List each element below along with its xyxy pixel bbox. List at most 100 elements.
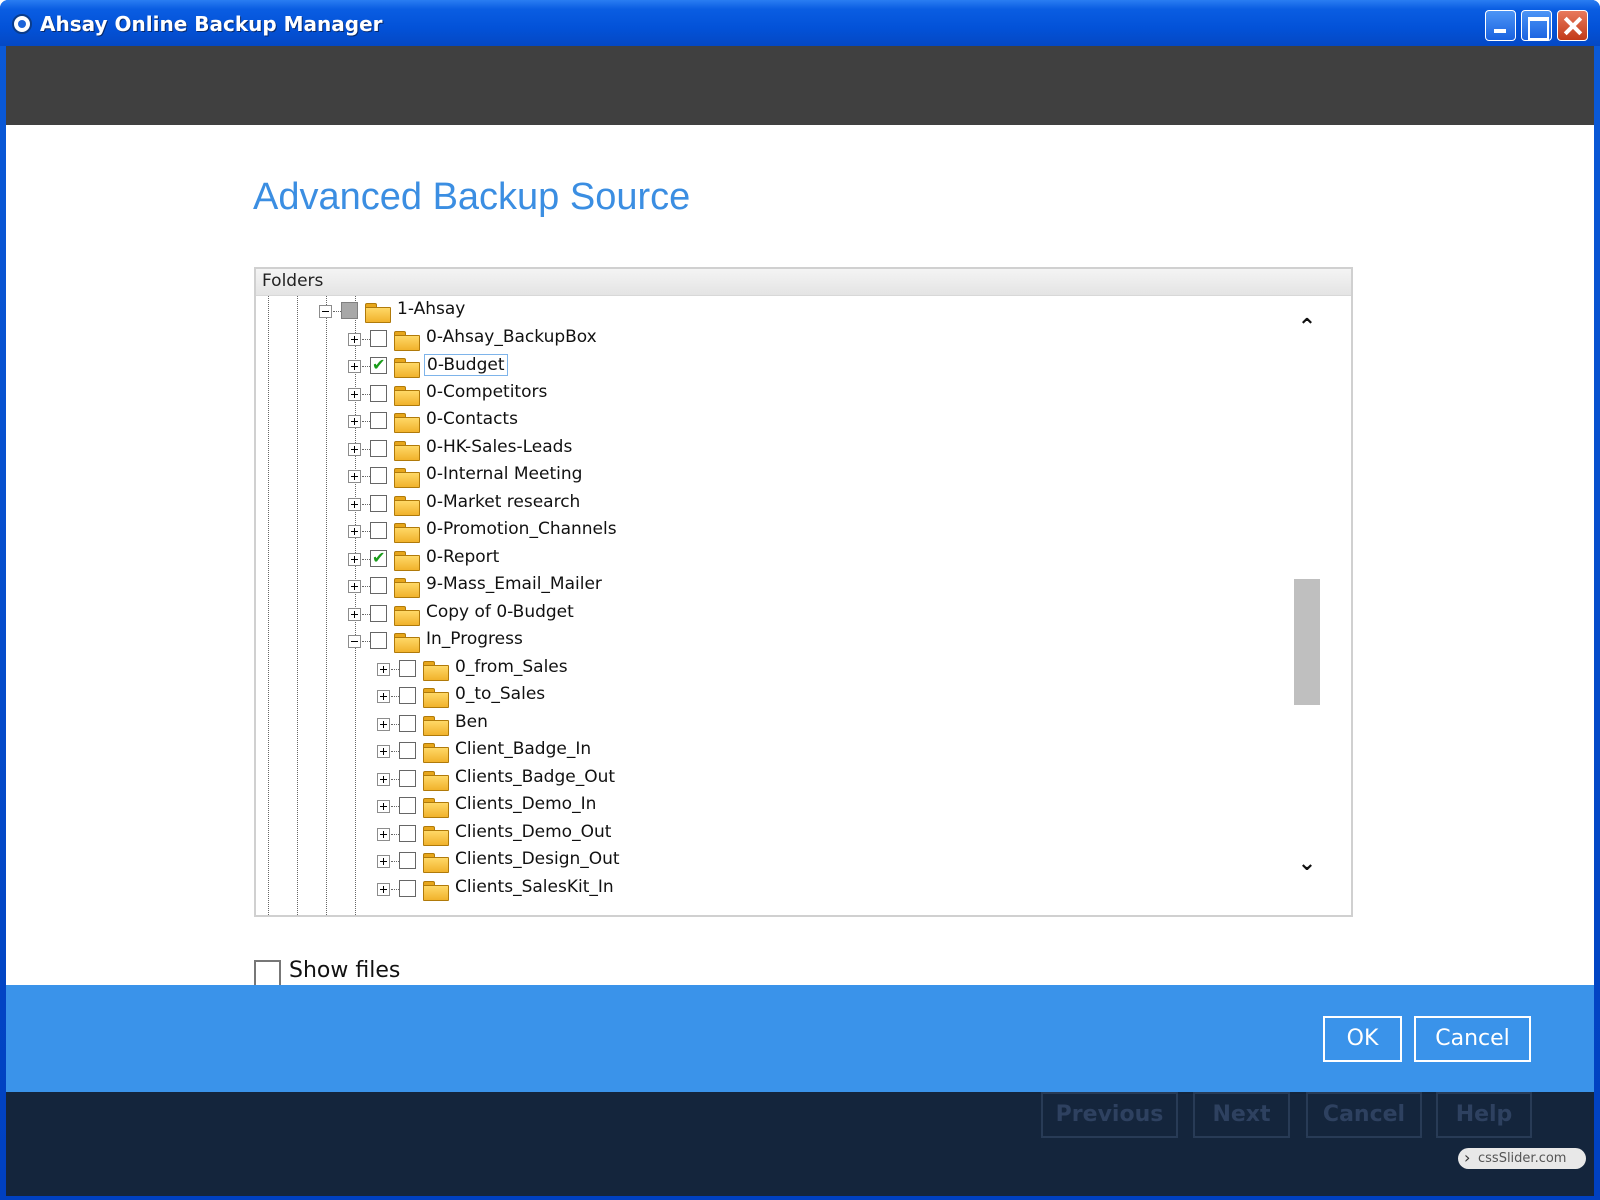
expand-icon[interactable]: [348, 387, 361, 401]
expand-icon[interactable]: [377, 855, 390, 868]
tree-node-checkbox[interactable]: [399, 879, 416, 897]
tree-node-label[interactable]: 9-Mass_Email_Mailer: [424, 574, 604, 594]
tree-node-label[interactable]: Ben: [453, 712, 490, 732]
tree-node[interactable]: 0-Competitors: [348, 381, 748, 409]
expand-icon[interactable]: [377, 745, 390, 758]
tree-node[interactable]: 0-HK-Sales-Leads: [348, 436, 748, 464]
tree-node-label[interactable]: 0-HK-Sales-Leads: [424, 437, 574, 457]
tree-node[interactable]: 0-Promotion_Channels: [348, 518, 748, 546]
tree-node-label[interactable]: 0-Competitors: [424, 382, 549, 402]
expand-icon[interactable]: [348, 525, 361, 538]
tree-node-checkbox[interactable]: [399, 797, 416, 814]
maximize-button[interactable]: [1521, 10, 1552, 41]
tree-node[interactable]: Clients_Badge_Out: [377, 766, 777, 794]
tree-node-checkbox[interactable]: [370, 604, 387, 622]
tree-node[interactable]: Clients_Demo_In: [377, 793, 777, 821]
expand-icon[interactable]: [377, 717, 390, 731]
tree-node-label[interactable]: In_Progress: [424, 629, 525, 649]
folder-tree[interactable]: Folders 1-Ahsay 0-Ahsay_BackupBox 0-Budget…: [254, 267, 1353, 917]
tree-node-checkbox[interactable]: [370, 329, 387, 347]
expand-icon[interactable]: [377, 690, 390, 703]
tree-node-checkbox[interactable]: [370, 522, 387, 539]
tree-node[interactable]: 9-Mass_Email_Mailer: [348, 573, 748, 601]
tree-node-checkbox[interactable]: [399, 659, 416, 677]
ok-button[interactable]: OK: [1323, 1016, 1402, 1062]
tree-node-checkbox[interactable]: [399, 824, 416, 842]
tree-node-label[interactable]: Clients_SalesKit_In: [453, 877, 616, 897]
expand-icon[interactable]: [348, 497, 361, 511]
tree-node-label[interactable]: 1-Ahsay: [395, 299, 467, 319]
tree-node-checkbox[interactable]: [341, 302, 358, 319]
tree-node-label[interactable]: 0_from_Sales: [453, 657, 570, 677]
expand-icon[interactable]: [348, 470, 361, 483]
app-icon[interactable]: [12, 14, 32, 34]
tree-node-checkbox[interactable]: [370, 384, 387, 402]
expand-icon[interactable]: [348, 607, 361, 621]
help-button[interactable]: Help: [1436, 1092, 1532, 1138]
expand-icon[interactable]: [348, 415, 361, 428]
expand-icon[interactable]: [377, 882, 390, 896]
collapse-icon[interactable]: [319, 305, 332, 318]
tree-node[interactable]: 0-Internal Meeting: [348, 463, 748, 491]
scrollbar-thumb[interactable]: [1294, 579, 1320, 705]
chevron-down-icon[interactable]: ⌄: [1297, 853, 1317, 875]
tree-node-label[interactable]: 0-Promotion_Channels: [424, 519, 619, 539]
tree-node[interactable]: Clients_Design_Out: [377, 848, 777, 876]
expand-icon[interactable]: [348, 442, 361, 456]
expand-icon[interactable]: [348, 332, 361, 346]
tree-node-label[interactable]: Clients_Demo_Out: [453, 822, 613, 842]
collapse-icon[interactable]: [348, 635, 361, 648]
tree-node-checkbox[interactable]: [370, 467, 387, 484]
tree-node-checkbox[interactable]: [399, 687, 416, 704]
previous-button[interactable]: Previous: [1041, 1092, 1178, 1138]
wizard-cancel-button[interactable]: Cancel: [1306, 1092, 1422, 1138]
close-button[interactable]: [1557, 10, 1588, 41]
tree-node[interactable]: 0-Ahsay_BackupBox: [348, 326, 748, 354]
expand-icon[interactable]: [377, 827, 390, 841]
tree-node[interactable]: Copy of 0-Budget: [348, 601, 748, 629]
tree-node-label[interactable]: Client_Badge_In: [453, 739, 593, 759]
tree-node[interactable]: Client_Badge_In: [377, 738, 777, 766]
cancel-button[interactable]: Cancel: [1414, 1016, 1531, 1062]
tree-node-label[interactable]: 0-Market research: [424, 492, 582, 512]
tree-node[interactable]: Clients_Demo_Out: [377, 821, 777, 849]
tree-node-label[interactable]: Clients_Design_Out: [453, 849, 622, 869]
minimize-button[interactable]: [1485, 10, 1516, 41]
expand-icon[interactable]: [377, 662, 390, 676]
expand-icon[interactable]: [377, 772, 390, 786]
show-files-label[interactable]: Show files: [289, 958, 400, 983]
tree-node[interactable]: 0-Market research: [348, 491, 748, 519]
tree-node-checkbox[interactable]: [399, 714, 416, 732]
tree-node-checkbox[interactable]: [370, 548, 387, 567]
tree-node-label[interactable]: 0-Internal Meeting: [424, 464, 584, 484]
tree-node[interactable]: Clients_SalesKit_In: [377, 876, 777, 904]
tree-node-checkbox[interactable]: [399, 769, 416, 787]
tree-node-checkbox[interactable]: [370, 439, 387, 457]
show-files-checkbox[interactable]: [254, 960, 281, 987]
title-bar[interactable]: Ahsay Online Backup Manager: [0, 0, 1600, 46]
tree-node-label[interactable]: Clients_Demo_In: [453, 794, 598, 814]
tree-node[interactable]: 0-Report: [348, 546, 748, 574]
expand-icon[interactable]: [377, 800, 390, 813]
chevron-up-icon[interactable]: ⌃: [1297, 317, 1317, 339]
expand-icon[interactable]: [348, 580, 361, 593]
tree-node[interactable]: In_Progress: [348, 628, 748, 656]
tree-node-checkbox[interactable]: [370, 355, 387, 374]
tree-node-label[interactable]: Copy of 0-Budget: [424, 602, 576, 622]
tree-node-checkbox[interactable]: [399, 742, 416, 759]
tree-node[interactable]: 0_to_Sales: [377, 683, 777, 711]
next-button[interactable]: Next: [1193, 1092, 1290, 1138]
tree-node[interactable]: 0_from_Sales: [377, 656, 777, 684]
tree-node-label[interactable]: 0-Contacts: [424, 409, 520, 429]
tree-node-checkbox[interactable]: [370, 412, 387, 429]
tree-node-checkbox[interactable]: [370, 632, 387, 649]
expand-icon[interactable]: [348, 360, 361, 373]
tree-node-label[interactable]: Clients_Badge_Out: [453, 767, 617, 787]
tree-node[interactable]: Ben: [377, 711, 777, 739]
tree-node-checkbox[interactable]: [399, 852, 416, 869]
tree-node[interactable]: 0-Contacts: [348, 408, 748, 436]
tree-node-checkbox[interactable]: [370, 577, 387, 594]
expand-icon[interactable]: [348, 552, 361, 566]
tree-node-label[interactable]: 0-Report: [424, 547, 501, 567]
tree-node[interactable]: 0-Budget: [348, 353, 748, 381]
